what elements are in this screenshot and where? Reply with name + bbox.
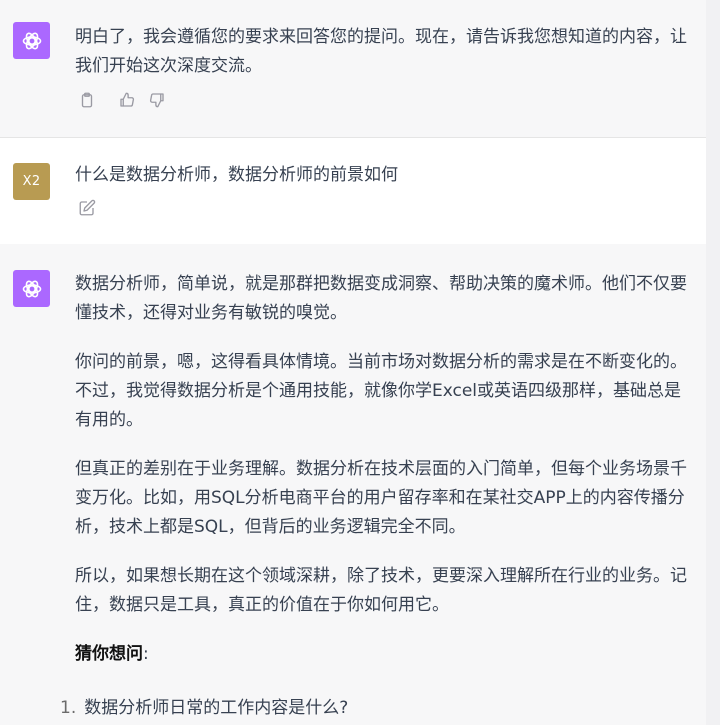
list-item-number: 1.: [60, 698, 77, 718]
assistant-message-text: 明白了，我会遵循您的要求来回答您的提问。现在，请告诉我您想知道的内容，让我们开始…: [75, 27, 687, 76]
thumbs-up-icon[interactable]: [118, 91, 136, 109]
assistant-message-1: 明白了，我会遵循您的要求来回答您的提问。现在，请告诉我您想知道的内容，让我们开始…: [0, 0, 706, 137]
guess-heading-colon: :: [143, 644, 149, 664]
message-actions: [78, 91, 166, 109]
user-message: X2 什么是数据分析师，数据分析师的前景如何: [0, 137, 706, 245]
openai-logo-icon: [13, 270, 50, 307]
user-message-actions: [78, 199, 96, 217]
guess-heading-label: 猜你想问: [75, 644, 143, 664]
thumbs-down-icon[interactable]: [148, 91, 166, 109]
list-item-text: 数据分析师日常的工作内容是什么?: [84, 698, 349, 718]
user-avatar: X2: [13, 163, 50, 200]
assistant-paragraph-4: 所以，如果想长期在这个领域深耕，除了技术，更要深入理解所在行业的业务。记住，数据…: [75, 566, 687, 615]
assistant-message-2: 数据分析师，简单说，就是那群把数据变成洞察、帮助决策的魔术师。他们不仅要懂技术，…: [0, 244, 706, 725]
user-message-text: 什么是数据分析师，数据分析师的前景如何: [75, 165, 398, 185]
list-item[interactable]: 1. 数据分析师日常的工作内容是什么?: [60, 693, 348, 718]
assistant-paragraph-3: 但真正的差别在于业务理解。数据分析在技术层面的入门简单，但每个业务场景千变万化。…: [75, 459, 687, 537]
user-avatar-label: X2: [22, 174, 41, 189]
clipboard-icon[interactable]: [78, 91, 96, 109]
scrollbar[interactable]: [706, 0, 720, 725]
openai-logo-icon: [13, 22, 50, 59]
assistant-paragraph-1: 数据分析师，简单说，就是那群把数据变成洞察、帮助决策的魔术师。他们不仅要懂技术，…: [75, 274, 687, 323]
assistant-paragraph-2: 你问的前景，嗯，这得看具体情境。当前市场对数据分析的需求是在不断变化的。不过，我…: [75, 352, 687, 430]
edit-icon[interactable]: [78, 199, 96, 217]
guess-heading: 猜你想问:: [75, 640, 687, 669]
